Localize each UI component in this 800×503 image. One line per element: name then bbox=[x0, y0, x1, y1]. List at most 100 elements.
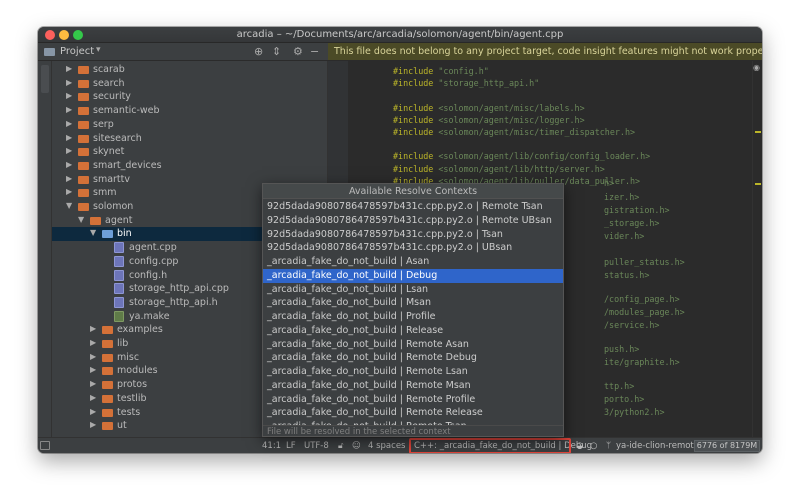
chevron-right-icon[interactable]: ▶ bbox=[66, 146, 72, 155]
tree-item-label: scarab bbox=[93, 64, 125, 75]
editor-scrollbar[interactable]: ◉ bbox=[752, 61, 762, 437]
inspector-icon[interactable]: ☺︎ bbox=[352, 441, 361, 451]
resolve-context-option[interactable]: _arcadia_fake_do_not_build | Msan bbox=[263, 296, 563, 310]
title-bar: arcadia – ~/Documents/arc/arcadia/solomo… bbox=[38, 27, 762, 43]
chevron-right-icon[interactable]: ▶ bbox=[66, 160, 72, 169]
resolve-context-option[interactable]: _arcadia_fake_do_not_build | Remote Prof… bbox=[263, 393, 563, 407]
vcs-branch[interactable]: ya-ide-clion-remote bbox=[616, 441, 699, 451]
tree-item[interactable]: ▶ serp bbox=[52, 118, 327, 132]
tree-item[interactable]: ▶ smart_devices bbox=[52, 159, 327, 173]
chevron-right-icon[interactable]: ▶ bbox=[90, 324, 96, 333]
chevron-right-icon[interactable]: ▶ bbox=[66, 187, 72, 196]
folder-icon bbox=[78, 148, 89, 157]
resolve-context-option[interactable]: _arcadia_fake_do_not_build | Remote Asan bbox=[263, 338, 563, 352]
status-bar: 41:1 LF UTF-8 🔓︎ ☺︎ 4 spaces C++: _arcad… bbox=[38, 437, 762, 453]
chevron-right-icon[interactable]: ▶ bbox=[90, 393, 96, 402]
resolve-context-option[interactable]: _arcadia_fake_do_not_build | Debug bbox=[263, 268, 563, 283]
chevron-down-icon[interactable]: ▾ bbox=[96, 45, 101, 55]
resolve-context-option[interactable]: 92d5dada9080786478597b431c.cpp.py2.o | R… bbox=[263, 214, 563, 228]
chevron-right-icon[interactable]: ▶ bbox=[66, 105, 72, 114]
resolve-context-option[interactable]: 92d5dada9080786478597b431c.cpp.py2.o | U… bbox=[263, 241, 563, 255]
tree-item[interactable]: ▶ search bbox=[52, 77, 327, 91]
error-stripe-mark[interactable] bbox=[755, 183, 761, 185]
file-encoding[interactable]: UTF-8 bbox=[304, 441, 329, 451]
chevron-right-icon[interactable]: ▶ bbox=[90, 407, 96, 416]
chevron-right-icon[interactable]: ▶ bbox=[66, 174, 72, 183]
chevron-down-icon[interactable]: ▼ bbox=[66, 201, 72, 210]
code-line: #include <solomon/agent/misc/timer_dispa… bbox=[393, 127, 635, 139]
tree-item[interactable]: ▶ skynet bbox=[52, 145, 327, 159]
resolve-context-option[interactable]: _arcadia_fake_do_not_build | Asan bbox=[263, 255, 563, 269]
caret-position[interactable]: 41:1 bbox=[262, 441, 281, 451]
chevron-right-icon[interactable]: ▶ bbox=[66, 91, 72, 100]
hide-icon[interactable]: − bbox=[310, 45, 319, 58]
project-panel-header: Project ▾ ⊕ ⇕ ⚙ − bbox=[38, 43, 328, 61]
tree-item[interactable]: ▶ semantic-web bbox=[52, 104, 327, 118]
code-fragment: ite/graphite.h> bbox=[604, 357, 680, 367]
chevron-right-icon[interactable]: ▶ bbox=[66, 64, 72, 73]
eye-icon[interactable]: ◉ bbox=[753, 63, 760, 72]
chevron-down-icon[interactable]: ▼ bbox=[90, 228, 96, 237]
resolve-context-option[interactable]: _arcadia_fake_do_not_build | Lsan bbox=[263, 283, 563, 297]
chevron-right-icon[interactable]: ▶ bbox=[66, 133, 72, 142]
folder-icon bbox=[78, 189, 89, 198]
tree-item-label: tests bbox=[117, 406, 141, 418]
code-fragment: porto.h> bbox=[604, 394, 645, 404]
tree-item-label: smart_devices bbox=[93, 159, 162, 171]
resolve-context-option[interactable]: _arcadia_fake_do_not_build | Remote Debu… bbox=[263, 351, 563, 365]
resolve-context-option[interactable]: _arcadia_fake_do_not_build | Remote Msan bbox=[263, 379, 563, 393]
chevron-right-icon[interactable]: ▶ bbox=[90, 365, 96, 374]
line-separator[interactable]: LF bbox=[286, 441, 296, 451]
tree-item-label: solomon bbox=[93, 201, 134, 212]
resolve-context-option[interactable]: _arcadia_fake_do_not_build | Release bbox=[263, 324, 563, 338]
resolve-context-option[interactable]: _arcadia_fake_do_not_build | Remote Lsan bbox=[263, 365, 563, 379]
notifications-icon[interactable]: ○ bbox=[590, 441, 597, 451]
tree-item[interactable]: ▶ scarab bbox=[52, 63, 327, 77]
resolve-context-option[interactable]: _arcadia_fake_do_not_build | Profile bbox=[263, 310, 563, 324]
resolve-context-option[interactable]: 92d5dada9080786478597b431c.cpp.py2.o | R… bbox=[263, 200, 563, 214]
gear-icon[interactable]: ⚙ bbox=[293, 45, 303, 58]
resolve-context-option[interactable]: _arcadia_fake_do_not_build | Remote Rele… bbox=[263, 406, 563, 420]
chevron-right-icon[interactable]: ▶ bbox=[66, 119, 72, 128]
target-icon[interactable]: ⊕ bbox=[254, 45, 263, 58]
code-fragment: /modules_page.h> bbox=[604, 307, 685, 317]
resolve-contexts-popup: Available Resolve Contexts 92d5dada90807… bbox=[262, 183, 564, 437]
code-fragment: push.h> bbox=[604, 344, 640, 354]
context-highlight-box bbox=[409, 438, 571, 453]
toggle-tool-windows-icon[interactable] bbox=[40, 441, 50, 450]
code-fragment: izer.h> bbox=[604, 192, 640, 202]
chevron-right-icon[interactable]: ▶ bbox=[90, 352, 96, 361]
chevron-right-icon[interactable]: ▶ bbox=[90, 379, 96, 388]
project-view-selector[interactable]: Project bbox=[60, 46, 94, 57]
resolve-context-option[interactable]: 92d5dada9080786478597b431c.cpp.py2.o | T… bbox=[263, 228, 563, 242]
folder-icon bbox=[90, 216, 101, 225]
code-keyword: #include bbox=[393, 78, 439, 89]
tree-item-label: smarttv bbox=[93, 173, 131, 185]
memory-indicator[interactable]: 6776 of 8179M bbox=[694, 440, 760, 452]
collapse-all-icon[interactable]: ⇕ bbox=[272, 45, 281, 58]
code-fragment: h> bbox=[604, 178, 615, 188]
popup-footer: File will be resolved in the selected co… bbox=[263, 425, 563, 436]
tree-item-label: bin bbox=[117, 228, 132, 240]
chevron-right-icon[interactable]: ▶ bbox=[90, 338, 96, 347]
file-icon bbox=[114, 242, 124, 254]
tree-item-label: serp bbox=[93, 118, 114, 130]
indent-setting[interactable]: 4 spaces bbox=[368, 441, 405, 451]
folder-icon bbox=[78, 134, 89, 143]
chevron-right-icon[interactable]: ▶ bbox=[66, 78, 72, 87]
error-stripe-mark[interactable] bbox=[755, 131, 761, 133]
code-line: #include "storage_http_api.h" bbox=[393, 78, 539, 90]
code-include-path: <solomon/agent/misc/logger.h> bbox=[438, 114, 585, 125]
tree-item-label: testlib bbox=[117, 392, 147, 404]
lock-icon[interactable]: 🔓︎ bbox=[338, 441, 344, 451]
tree-item[interactable]: ▶ sitesearch bbox=[52, 132, 327, 146]
chevron-right-icon[interactable]: ▶ bbox=[90, 420, 96, 429]
folder-icon bbox=[102, 408, 113, 417]
code-keyword: #include bbox=[393, 163, 439, 174]
memory-icon[interactable]: ◒ bbox=[576, 441, 583, 451]
chevron-down-icon[interactable]: ▼ bbox=[78, 215, 84, 224]
project-tool-tab[interactable] bbox=[41, 65, 49, 93]
tree-item[interactable]: ▶ security bbox=[52, 90, 327, 104]
code-include-path: "config.h" bbox=[438, 66, 489, 76]
tree-item-label: semantic-web bbox=[93, 105, 160, 117]
